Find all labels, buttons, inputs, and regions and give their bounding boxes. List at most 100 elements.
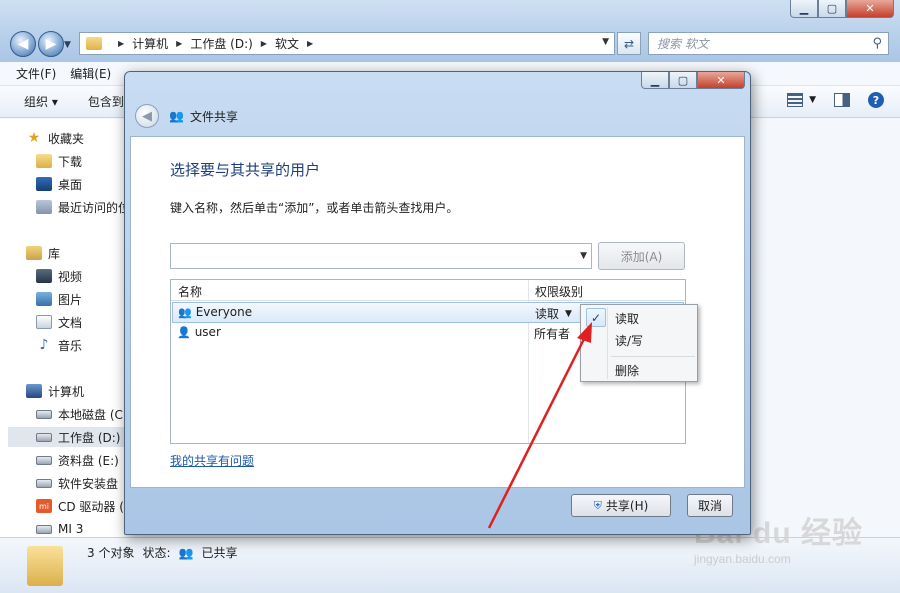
add-button[interactable]: 添加(A) bbox=[598, 242, 685, 270]
dialog-minimize-button[interactable]: ▁ bbox=[641, 72, 669, 89]
user-icon: 👤 bbox=[177, 325, 191, 339]
permission-value: 读取 bbox=[535, 307, 560, 321]
sidebar-item-label: 库 bbox=[48, 246, 61, 261]
document-icon bbox=[36, 315, 52, 329]
sidebar-item-label: 资料盘 (E:) bbox=[58, 453, 119, 468]
permission-value: 所有者 bbox=[534, 327, 571, 341]
close-icon: ✕ bbox=[716, 73, 726, 87]
dialog-back-button[interactable]: ◀ bbox=[135, 104, 159, 128]
sidebar-item-label: 文档 bbox=[58, 315, 83, 330]
sharing-trouble-link[interactable]: 我的共享有问题 bbox=[170, 452, 254, 469]
sidebar-item-label: 计算机 bbox=[48, 384, 85, 399]
forward-button[interactable]: ▶ bbox=[38, 31, 64, 57]
change-view-icon[interactable] bbox=[787, 93, 804, 107]
menu-item-label: 删除 bbox=[615, 363, 640, 378]
breadcrumb-ruanwen[interactable]: 软文 bbox=[275, 35, 299, 52]
chevron-right-icon[interactable]: ▶ bbox=[261, 39, 267, 48]
checkmark-icon: ✓ bbox=[586, 308, 606, 327]
state-value: 已共享 bbox=[201, 546, 238, 560]
menu-item-read[interactable]: ✓ 读取 bbox=[583, 307, 695, 329]
help-icon[interactable]: ? bbox=[868, 92, 884, 108]
menu-item-read-write[interactable]: 读/写 bbox=[583, 329, 695, 351]
column-header-permission[interactable]: 权限级别 bbox=[535, 283, 583, 300]
dialog-maximize-button[interactable]: ▢ bbox=[669, 72, 697, 89]
sidebar-item-documents[interactable]: 文档 bbox=[36, 312, 82, 332]
back-button[interactable]: ◀ bbox=[10, 31, 36, 57]
sidebar-item-drive-c[interactable]: 本地磁盘 (C:) bbox=[36, 404, 132, 424]
cancel-button[interactable]: 取消 bbox=[687, 494, 733, 517]
recent-pages-dropdown-icon[interactable]: ▼ bbox=[64, 40, 71, 50]
forward-arrow-icon: ▶ bbox=[45, 36, 57, 52]
user-cell: 👤 user bbox=[177, 325, 221, 339]
sidebar-item-label: 图片 bbox=[58, 292, 83, 307]
sidebar-item-mi3[interactable]: MI 3 bbox=[36, 519, 83, 539]
breadcrumb-computer[interactable]: 计算机 bbox=[132, 35, 168, 52]
sidebar-item-desktop[interactable]: 桌面 bbox=[36, 174, 82, 194]
view-dropdown-icon[interactable]: ▼ bbox=[809, 95, 816, 105]
chevron-right-icon[interactable]: ▶ bbox=[307, 39, 313, 48]
sidebar-item-drive-f[interactable]: 软件安装盘 bbox=[36, 473, 118, 493]
drive-icon bbox=[36, 478, 52, 488]
menu-file[interactable]: 文件(F) bbox=[16, 65, 56, 82]
permission-dropdown-icon[interactable]: ▼ bbox=[565, 309, 572, 319]
picture-icon bbox=[36, 292, 52, 306]
user-name: user bbox=[194, 325, 221, 339]
preview-pane-icon[interactable] bbox=[834, 93, 850, 107]
drive-icon bbox=[36, 432, 52, 442]
search-icon[interactable]: ⚲ bbox=[872, 36, 882, 51]
include-in-library-button[interactable]: 包含到 bbox=[88, 93, 124, 110]
menu-item-remove[interactable]: 删除 bbox=[583, 359, 695, 381]
sidebar-item-label: 视频 bbox=[58, 269, 83, 284]
organize-button[interactable]: 组织 ▾ bbox=[24, 93, 58, 110]
dropdown-arrow-icon[interactable]: ▼ bbox=[580, 251, 587, 261]
sidebar-item-downloads[interactable]: 下载 bbox=[36, 151, 82, 171]
sidebar-item-drive-d[interactable]: 工作盘 (D:) bbox=[8, 427, 126, 447]
refresh-button[interactable]: ⇄ bbox=[617, 32, 641, 55]
object-count: 3 个对象 bbox=[87, 546, 135, 560]
maximize-icon: ▢ bbox=[826, 2, 838, 15]
sidebar-item-libraries[interactable]: 库 bbox=[26, 243, 60, 263]
dialog-instructions: 键入名称，然后单击“添加”，或者单击箭头查找用户。 bbox=[170, 201, 459, 215]
back-arrow-icon: ◀ bbox=[142, 108, 152, 124]
address-dropdown-icon[interactable]: ▼ bbox=[602, 37, 609, 47]
dialog-window-title: 文件共享 bbox=[189, 109, 238, 124]
desktop-icon bbox=[36, 177, 52, 191]
video-icon bbox=[36, 269, 52, 283]
sidebar-item-music[interactable]: ♪ 音乐 bbox=[36, 335, 82, 355]
permission-cell[interactable]: 读取 ▼ bbox=[535, 305, 572, 322]
sidebar-item-label: 桌面 bbox=[58, 177, 83, 192]
dialog-close-button[interactable]: ✕ bbox=[697, 72, 745, 89]
breadcrumb-drive-d[interactable]: 工作盘 (D:) bbox=[190, 35, 252, 52]
search-placeholder: 搜索 软文 bbox=[657, 37, 709, 51]
minimize-button[interactable]: ▁ bbox=[790, 0, 818, 18]
search-input[interactable]: 搜索 软文 ⚲ bbox=[648, 32, 889, 55]
minimize-icon: ▁ bbox=[650, 73, 660, 87]
sidebar-item-computer[interactable]: 计算机 bbox=[26, 381, 84, 401]
sidebar-item-favorites[interactable]: ★ 收藏夹 bbox=[26, 128, 84, 148]
library-icon bbox=[26, 246, 42, 260]
download-folder-icon bbox=[36, 154, 52, 168]
menu-edit[interactable]: 编辑(E) bbox=[70, 65, 111, 82]
sidebar-item-cd-drive[interactable]: mi CD 驱动器 ( bbox=[36, 496, 124, 516]
minimize-icon: ▁ bbox=[799, 2, 809, 15]
uac-shield-icon: ⛨ bbox=[593, 498, 602, 512]
recent-places-icon bbox=[36, 200, 52, 214]
maximize-icon: ▢ bbox=[677, 73, 689, 87]
close-button[interactable]: ✕ bbox=[846, 0, 894, 18]
chevron-right-icon[interactable]: ▶ bbox=[176, 39, 182, 48]
sidebar-item-videos[interactable]: 视频 bbox=[36, 266, 82, 286]
maximize-button[interactable]: ▢ bbox=[818, 0, 846, 18]
close-icon: ✕ bbox=[865, 2, 875, 15]
dialog-heading: 选择要与其共享的用户 bbox=[170, 161, 321, 179]
user-group-icon: 👥 bbox=[178, 305, 192, 319]
sidebar-item-pictures[interactable]: 图片 bbox=[36, 289, 82, 309]
sidebar-item-drive-e[interactable]: 资料盘 (E:) bbox=[36, 450, 119, 470]
music-note-icon: ♪ bbox=[39, 337, 49, 353]
column-header-name[interactable]: 名称 bbox=[178, 283, 202, 300]
user-name-combobox[interactable]: ▼ bbox=[170, 243, 592, 269]
share-button[interactable]: ⛨ 共享(H) bbox=[571, 494, 671, 517]
chevron-right-icon[interactable]: ▶ bbox=[118, 39, 124, 48]
address-bar[interactable]: ▶ 计算机 ▶ 工作盘 (D:) ▶ 软文 ▶ ▼ bbox=[79, 32, 615, 55]
sidebar-item-label: MI 3 bbox=[58, 522, 84, 536]
explorer-window-controls: ▁ ▢ ✕ bbox=[790, 0, 894, 18]
